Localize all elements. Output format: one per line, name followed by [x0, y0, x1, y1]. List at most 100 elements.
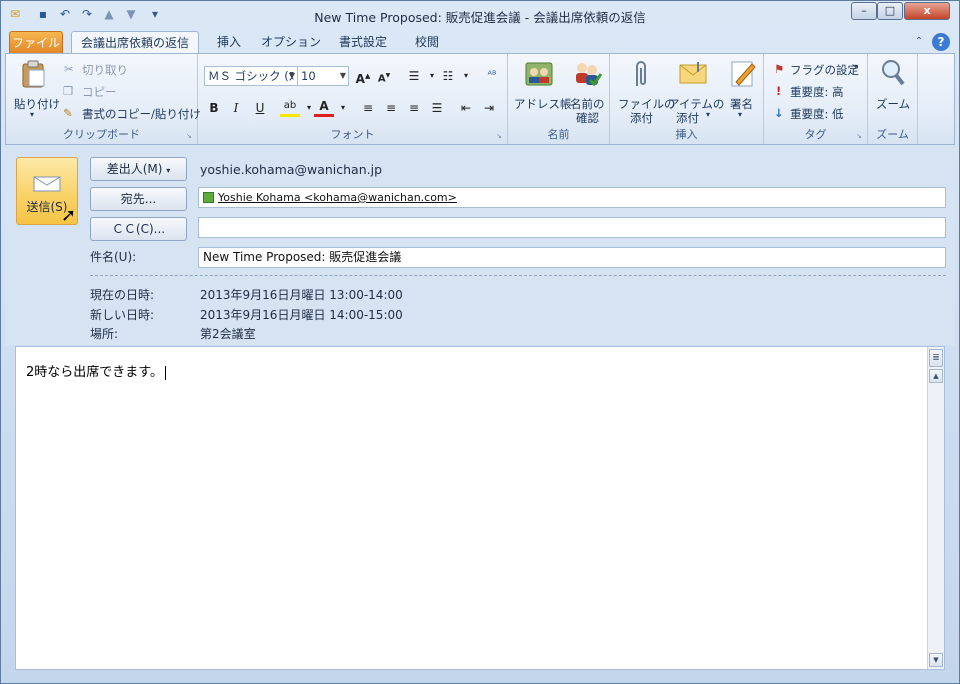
- message-body-text: 2時なら出席できます。: [26, 361, 166, 380]
- insert-group-label: 挿入: [675, 128, 698, 141]
- location-label: 場所:: [90, 327, 119, 341]
- to-recipient[interactable]: Yoshie Kohama <kohama@wanichan.com>: [218, 191, 457, 204]
- attach-item-dropdown-icon[interactable]: ▾: [706, 110, 710, 119]
- highlight-icon[interactable]: ab: [280, 98, 300, 117]
- tab-file[interactable]: ファイル: [9, 31, 63, 53]
- zoom-button[interactable]: ズーム: [876, 96, 910, 112]
- outlook-window: ✉ ▪ ↶ ↷ ▲ ▼ ▾ New Time Proposed: 販売促進会議 …: [0, 0, 960, 684]
- font-size-combo[interactable]: 10 ▼: [297, 66, 349, 86]
- close-button[interactable]: x: [904, 2, 950, 20]
- minimize-button[interactable]: –: [851, 2, 877, 20]
- vertical-scrollbar[interactable]: ≣ ▲ ▼: [927, 347, 944, 669]
- maximize-button[interactable]: □: [877, 2, 903, 20]
- bullets-icon[interactable]: ☰: [404, 66, 424, 86]
- envelope-icon: [33, 176, 61, 192]
- tab-meeting-response[interactable]: 会議出席依頼の返信: [71, 31, 199, 53]
- scroll-down-icon[interactable]: ▼: [929, 653, 943, 667]
- new-time-label: 新しい日時:: [90, 308, 155, 322]
- font-color-icon[interactable]: A: [314, 98, 334, 117]
- help-icon[interactable]: ?: [932, 33, 950, 51]
- zoom-group-label: ズーム: [876, 128, 909, 141]
- scroll-up-icon[interactable]: ▲: [929, 369, 943, 383]
- low-importance-button[interactable]: 重要度: 低: [790, 106, 844, 122]
- font-name-combo[interactable]: ＭＳ ゴシック (ﾇ ▼: [204, 66, 298, 86]
- ribbon: 貼り付け ▾ ✂ 切り取り ❐ コピー ✎ 書式のコピー/貼り付け クリップボー…: [5, 53, 955, 145]
- follow-up-dropdown-icon[interactable]: ▾: [854, 62, 858, 71]
- window-title: New Time Proposed: 販売促進会議 - 会議出席依頼の返信: [314, 10, 646, 25]
- subject-field[interactable]: New Time Proposed: 販売促進会議: [198, 247, 946, 268]
- tab-review[interactable]: 校閲: [405, 31, 449, 53]
- numbering-dropdown-icon[interactable]: ▾: [456, 66, 476, 86]
- attach-file-button-line2: 添付: [630, 111, 653, 125]
- high-importance-icon: !: [776, 84, 782, 98]
- message-body[interactable]: 2時なら出席できます。 ≣ ▲ ▼: [15, 346, 945, 670]
- to-field[interactable]: Yoshie Kohama <kohama@wanichan.com>: [198, 187, 946, 208]
- check-names-icon[interactable]: [572, 58, 603, 88]
- format-painter-button[interactable]: 書式のコピー/貼り付け: [82, 106, 201, 122]
- clipboard-launcher-icon[interactable]: ↘: [186, 132, 194, 140]
- tab-insert[interactable]: 挿入: [209, 31, 249, 53]
- check-names-button-line2: 確認: [576, 111, 599, 125]
- font-color-dropdown-icon[interactable]: ▾: [333, 98, 353, 118]
- italic-icon[interactable]: I: [226, 98, 246, 118]
- font-group-label: フォント: [330, 128, 375, 141]
- decrease-indent-icon[interactable]: ⇤: [456, 98, 476, 118]
- insert-group: ファイルの 添付 アイテムの 添付 ▾ 署名 ▾ 挿入: [610, 54, 764, 144]
- align-right-icon[interactable]: ≡: [404, 98, 424, 118]
- message-header: 送信(S) ➚ 差出人(M) ▾ yoshie.kohama@wanichan.…: [5, 147, 955, 345]
- copy-button[interactable]: コピー: [82, 84, 117, 100]
- font-name-dropdown-icon[interactable]: ▼: [289, 67, 295, 85]
- from-button-label: 差出人(M): [106, 162, 163, 176]
- cut-icon: ✂: [64, 62, 74, 76]
- mouse-cursor-icon: ➚: [61, 205, 77, 226]
- subject-label: 件名(U):: [90, 250, 137, 264]
- clipboard-group-label: クリップボード: [63, 128, 140, 141]
- attach-item-button-line2: 添付: [676, 111, 699, 125]
- font-size-dropdown-icon[interactable]: ▼: [340, 67, 346, 85]
- signature-icon[interactable]: [728, 58, 756, 88]
- attach-file-icon[interactable]: [630, 58, 650, 90]
- names-group-label: 名前: [547, 128, 570, 141]
- names-group: アドレス帳 名前の 確認 名前: [508, 54, 610, 144]
- follow-up-button[interactable]: フラグの設定: [790, 62, 859, 78]
- justify-icon[interactable]: ☰: [427, 98, 447, 118]
- cc-button[interactable]: ＣＣ(C)...: [90, 217, 187, 241]
- align-center-icon[interactable]: ≡: [381, 98, 401, 118]
- tags-group: ⚑ フラグの設定 ▾ ! 重要度: 高 ↓ 重要度: 低 タグ ↘: [764, 54, 868, 144]
- cc-field[interactable]: [198, 217, 946, 238]
- ruler-toggle-icon[interactable]: ≣: [929, 349, 943, 367]
- attach-item-icon[interactable]: [678, 62, 708, 86]
- paste-dropdown-icon[interactable]: ▾: [30, 110, 34, 119]
- font-size-value: 10: [301, 69, 316, 83]
- header-separator: [90, 275, 946, 276]
- minimize-ribbon-icon[interactable]: ⌃: [912, 31, 926, 53]
- from-dropdown-icon: ▾: [166, 166, 171, 175]
- font-launcher-icon[interactable]: ↘: [496, 132, 504, 140]
- underline-icon[interactable]: U: [250, 98, 270, 118]
- styles-icon[interactable]: ᴬᴮ: [482, 66, 502, 86]
- shrink-font-icon[interactable]: A▼: [374, 66, 394, 86]
- bold-icon[interactable]: B: [204, 98, 224, 118]
- current-time-label: 現在の日時:: [90, 288, 155, 302]
- from-value: yoshie.kohama@wanichan.jp: [200, 162, 383, 177]
- high-importance-button[interactable]: 重要度: 高: [790, 84, 844, 100]
- cut-button[interactable]: 切り取り: [82, 62, 128, 78]
- tab-options[interactable]: オプション: [261, 31, 321, 53]
- signature-dropdown-icon[interactable]: ▾: [738, 110, 742, 119]
- to-button[interactable]: 宛先...: [90, 187, 187, 211]
- from-button[interactable]: 差出人(M) ▾: [90, 157, 187, 181]
- address-book-icon[interactable]: [524, 60, 554, 88]
- align-left-icon[interactable]: ≡: [358, 98, 378, 118]
- increase-indent-icon[interactable]: ⇥: [479, 98, 499, 118]
- numbering-icon[interactable]: ☷: [438, 66, 458, 86]
- paste-button[interactable]: 貼り付け: [14, 96, 60, 112]
- zoom-icon[interactable]: [880, 58, 906, 88]
- tags-launcher-icon[interactable]: ↘: [856, 132, 864, 140]
- text-cursor: [164, 365, 166, 380]
- grow-font-icon[interactable]: A▲: [353, 66, 373, 86]
- address-book-button[interactable]: アドレス帳: [514, 96, 572, 112]
- paste-icon[interactable]: [20, 60, 46, 88]
- current-time-value: 2013年9月16日月曜日 13:00-14:00: [200, 288, 403, 302]
- tab-format-text[interactable]: 書式設定: [333, 31, 393, 53]
- contact-status-icon: [203, 192, 214, 203]
